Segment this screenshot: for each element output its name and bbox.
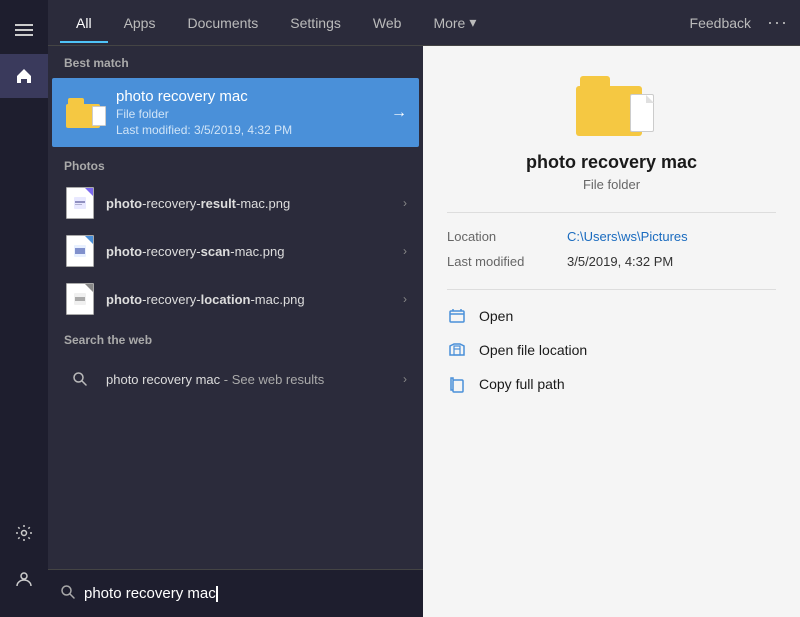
photo-item-3[interactable]: photo-recovery-location-mac.png › bbox=[48, 275, 423, 323]
best-match-title: photo recovery mac bbox=[116, 88, 383, 105]
more-options-button[interactable]: ··· bbox=[767, 12, 788, 33]
web-section-label: Search the web bbox=[48, 323, 423, 353]
action-copy-path[interactable]: Copy full path bbox=[447, 374, 776, 394]
meta-modified-row: Last modified 3/5/2019, 4:32 PM bbox=[447, 254, 776, 269]
more-label: More bbox=[433, 15, 465, 31]
search-cursor bbox=[216, 586, 218, 602]
main-area: All Apps Documents Settings Web More ▾ F… bbox=[48, 0, 800, 617]
left-panel: Best match photo recovery mac File folde… bbox=[48, 46, 423, 617]
action-open-label: Open bbox=[479, 308, 513, 324]
tab-web[interactable]: Web bbox=[357, 3, 418, 43]
web-query: photo recovery mac bbox=[106, 372, 220, 387]
best-match-text: photo recovery mac File folder Last modi… bbox=[116, 88, 383, 137]
photo-item-2-name: photo-recovery-scan-mac.png bbox=[106, 244, 403, 259]
png-icon-2 bbox=[64, 235, 96, 267]
detail-meta: Location C:\Users\ws\Pictures Last modif… bbox=[447, 229, 776, 269]
action-open[interactable]: Open bbox=[447, 306, 776, 326]
action-list: Open Open file location bbox=[447, 306, 776, 394]
tab-settings[interactable]: Settings bbox=[274, 3, 357, 43]
best-match-label: Best match bbox=[48, 46, 423, 76]
more-chevron-icon: ▾ bbox=[469, 14, 476, 31]
best-match-item[interactable]: photo recovery mac File folder Last modi… bbox=[52, 78, 419, 147]
detail-divider-2 bbox=[447, 289, 776, 290]
action-open-location[interactable]: Open file location bbox=[447, 340, 776, 360]
web-item-chevron: › bbox=[403, 372, 407, 386]
best-match-folder-icon bbox=[64, 93, 104, 133]
best-match-arrow-icon: → bbox=[391, 104, 407, 122]
detail-divider-1 bbox=[447, 212, 776, 213]
meta-location-label: Location bbox=[447, 229, 567, 244]
user-icon[interactable] bbox=[0, 557, 48, 601]
search-icon bbox=[64, 363, 96, 395]
photo-item-2[interactable]: photo-recovery-scan-mac.png › bbox=[48, 227, 423, 275]
sidebar bbox=[0, 0, 48, 617]
search-input[interactable]: photo recovery mac bbox=[84, 585, 411, 602]
feedback-button[interactable]: Feedback bbox=[690, 15, 751, 31]
search-bar-icon bbox=[60, 584, 76, 604]
photos-section-label: Photos bbox=[48, 149, 423, 179]
detail-type: File folder bbox=[583, 177, 640, 192]
detail-folder-icon bbox=[576, 76, 648, 136]
tab-documents[interactable]: Documents bbox=[171, 3, 274, 43]
hamburger-menu-icon[interactable] bbox=[0, 8, 48, 52]
detail-title: photo recovery mac bbox=[526, 152, 697, 173]
action-copy-path-label: Copy full path bbox=[479, 376, 565, 392]
web-search-item[interactable]: photo recovery mac - See web results › bbox=[48, 353, 423, 405]
meta-modified-value: 3/5/2019, 4:32 PM bbox=[567, 254, 673, 269]
photo-item-3-name: photo-recovery-location-mac.png bbox=[106, 292, 403, 307]
web-see-results: - See web results bbox=[220, 372, 324, 387]
content-area: Best match photo recovery mac File folde… bbox=[48, 46, 800, 617]
open-location-icon bbox=[447, 340, 467, 360]
tabs: All Apps Documents Settings Web More ▾ bbox=[60, 2, 690, 43]
tab-all[interactable]: All bbox=[60, 3, 108, 43]
tab-right-actions: Feedback ··· bbox=[690, 12, 788, 33]
web-item-text: photo recovery mac - See web results bbox=[106, 372, 403, 387]
photo-item-2-chevron: › bbox=[403, 244, 407, 258]
action-open-location-label: Open file location bbox=[479, 342, 587, 358]
right-panel: photo recovery mac File folder Location … bbox=[423, 46, 800, 617]
photo-item-1-name: photo-recovery-result-mac.png bbox=[106, 196, 403, 211]
meta-modified-label: Last modified bbox=[447, 254, 567, 269]
photo-item-1[interactable]: photo-recovery-result-mac.png › bbox=[48, 179, 423, 227]
png-icon-3 bbox=[64, 283, 96, 315]
search-input-value: photo recovery mac bbox=[84, 585, 216, 602]
home-icon[interactable] bbox=[0, 54, 48, 98]
photo-item-1-chevron: › bbox=[403, 196, 407, 210]
best-match-subtitle: File folder bbox=[116, 107, 383, 121]
settings-icon[interactable] bbox=[0, 511, 48, 555]
meta-location-value[interactable]: C:\Users\ws\Pictures bbox=[567, 229, 688, 244]
search-bar: photo recovery mac bbox=[48, 569, 423, 617]
tab-bar: All Apps Documents Settings Web More ▾ F… bbox=[48, 0, 800, 46]
best-match-modified: Last modified: 3/5/2019, 4:32 PM bbox=[116, 123, 383, 137]
photo-item-3-chevron: › bbox=[403, 292, 407, 306]
open-icon bbox=[447, 306, 467, 326]
tab-apps[interactable]: Apps bbox=[108, 3, 172, 43]
meta-location-row: Location C:\Users\ws\Pictures bbox=[447, 229, 776, 244]
png-icon-1 bbox=[64, 187, 96, 219]
tab-more[interactable]: More ▾ bbox=[417, 2, 492, 43]
copy-path-icon bbox=[447, 374, 467, 394]
